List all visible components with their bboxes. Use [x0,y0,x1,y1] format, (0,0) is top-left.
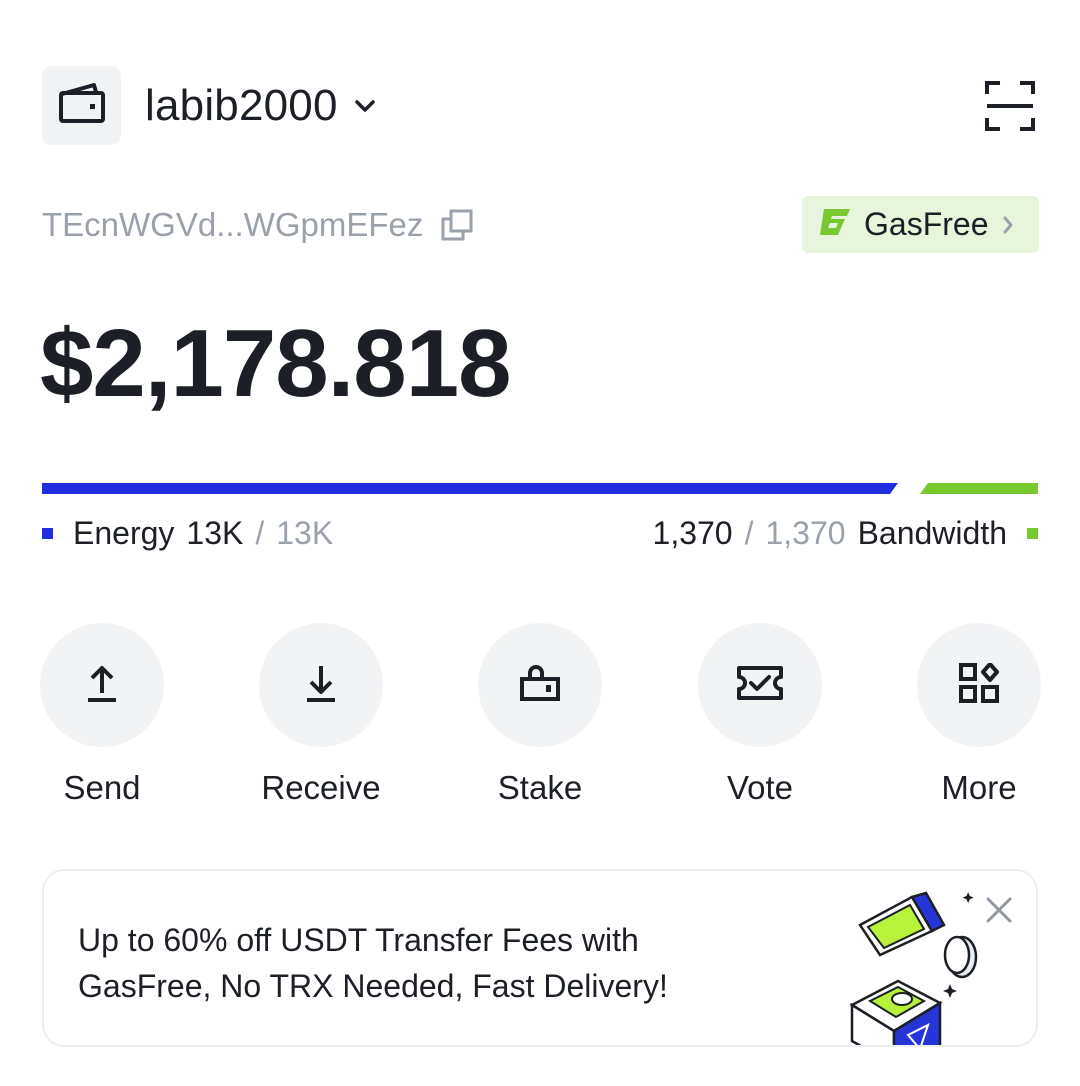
energy-label: Energy [73,514,175,551]
bandwidth-bar [920,483,1038,494]
account-selector[interactable]: labib2000 [145,78,376,134]
bandwidth-total: 1,370 [765,514,846,551]
gasfree-label: GasFree [864,206,989,242]
close-icon [984,897,1014,929]
energy-total: 13K [276,514,334,551]
download-arrow-icon [304,663,338,708]
wallet-address: TEcnWGVd...WGpmEFez [42,206,424,243]
receive-icon-circle[interactable] [259,623,383,747]
wallet-icon [58,82,106,129]
resource-bar [42,483,1038,494]
receive-label: Receive [261,769,381,806]
stake-icon-circle[interactable] [478,623,602,747]
send-label: Send [63,769,141,806]
ticket-check-icon [736,665,784,706]
energy-legend-marker [42,527,53,539]
bandwidth-label: Bandwidth [857,514,1007,551]
more-label: More [941,769,1017,806]
stake-button[interactable]: Stake [478,623,602,807]
wallet-button[interactable] [42,66,121,145]
gasfree-logo-icon [818,207,852,242]
energy-info: Energy 13K / 13K [42,510,333,556]
energy-available: 13K [186,514,244,551]
account-name: labib2000 [145,81,338,130]
bandwidth-info: 1,370 / 1,370 Bandwidth [653,510,1038,556]
total-balance: $2,178.818 [40,310,511,417]
gasfree-box-illustration [840,885,990,1045]
energy-bar [42,483,898,494]
more-button[interactable]: More [917,623,1041,807]
upload-arrow-icon [85,663,119,708]
lock-icon [520,664,560,706]
chevron-down-icon [354,99,376,113]
banner-text: Up to 60% off USDT Transfer Fees with Ga… [78,922,668,1004]
scan-icon [984,81,1036,136]
copy-icon[interactable] [441,209,473,241]
bandwidth-legend-marker [1027,527,1038,539]
vote-icon-circle[interactable] [698,623,822,747]
banner-close-button[interactable] [984,895,1014,925]
energy-separator: / [255,514,265,551]
address-row: TEcnWGVd...WGpmEFez [42,200,473,250]
bandwidth-available: 1,370 [652,514,733,551]
gasfree-button[interactable]: GasFree [802,196,1039,253]
send-button[interactable]: Send [40,623,164,807]
grid-apps-icon [959,661,999,708]
scan-button[interactable] [984,80,1036,132]
more-icon-circle[interactable] [917,623,1041,747]
send-icon-circle[interactable] [40,623,164,747]
bandwidth-separator: / [744,514,754,551]
chevron-right-icon [1002,215,1014,235]
stake-label: Stake [497,769,583,806]
receive-button[interactable]: Receive [259,623,383,807]
vote-button[interactable]: Vote [698,623,822,807]
gasfree-promo-banner[interactable]: Up to 60% off USDT Transfer Fees with Ga… [42,869,1038,1047]
vote-label: Vote [726,769,794,806]
